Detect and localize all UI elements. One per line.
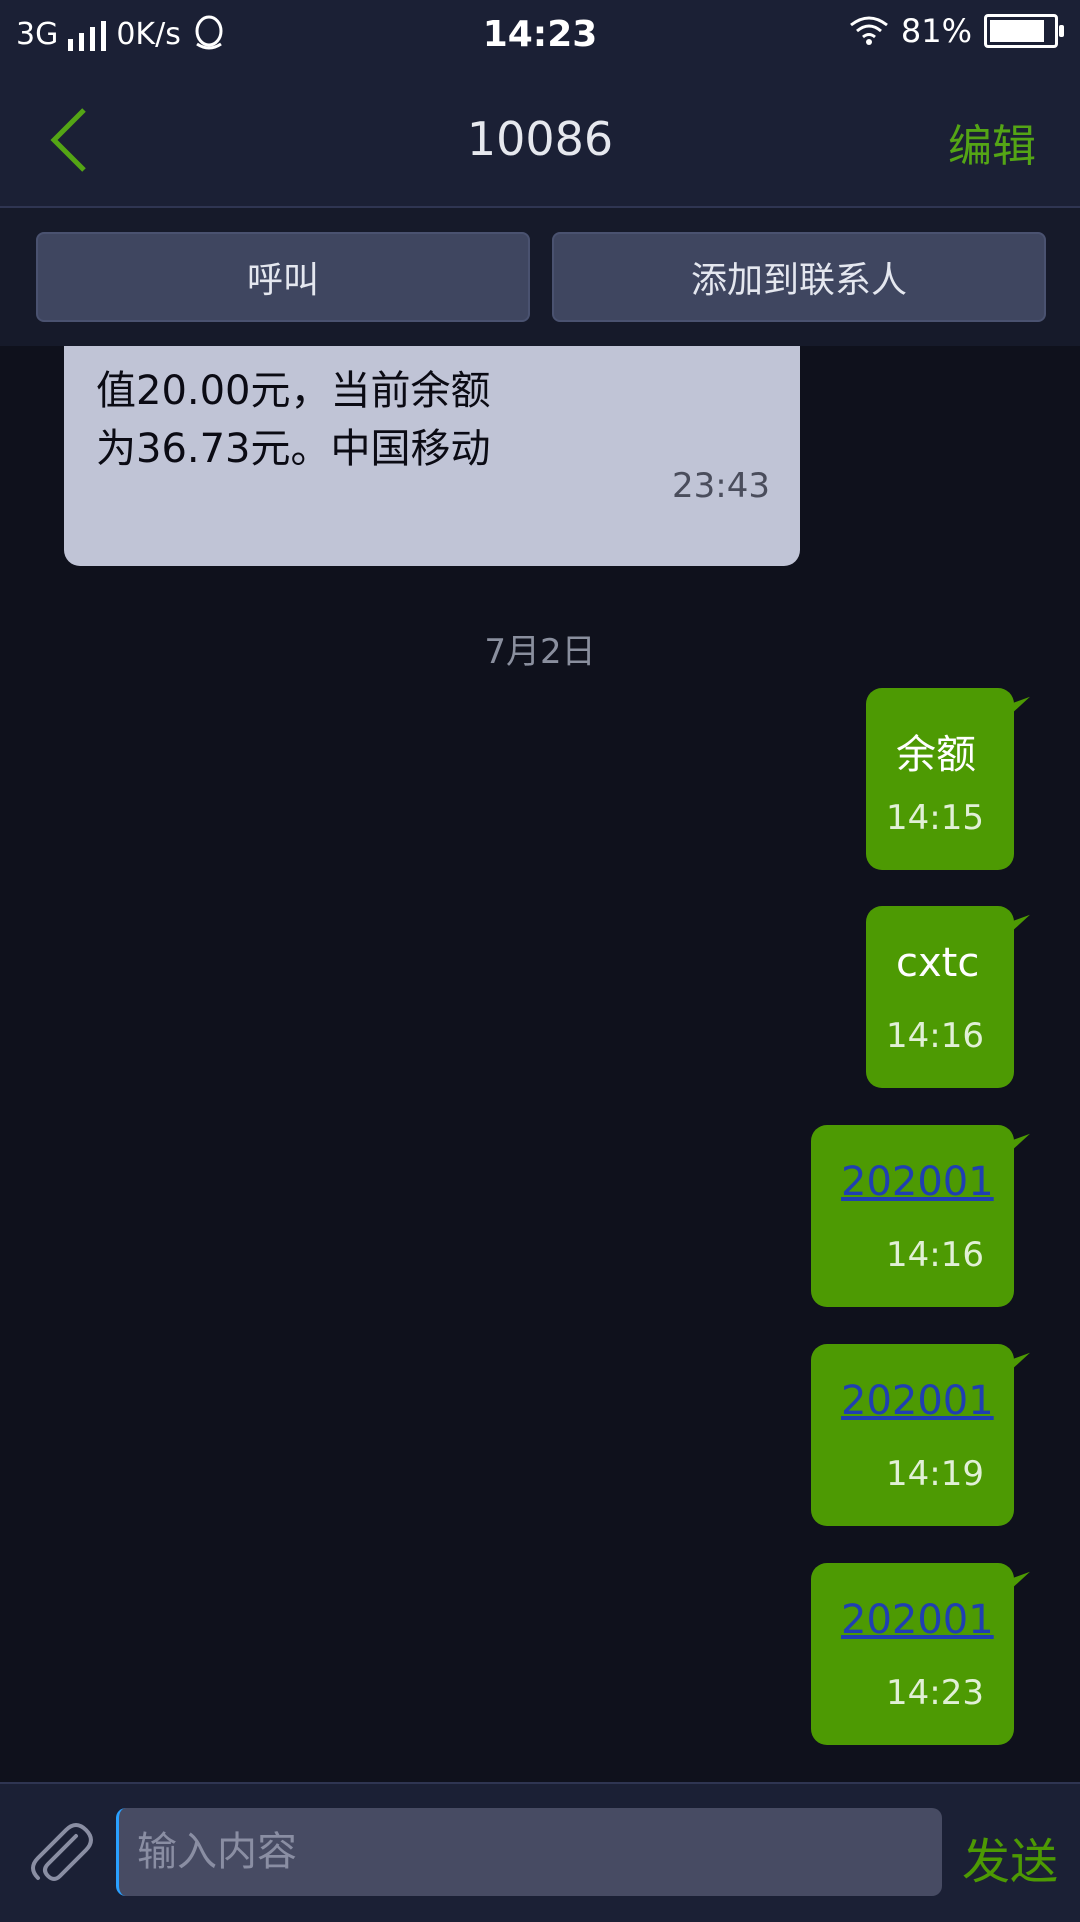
conversation-header: 10086 编辑 — [0, 72, 1080, 208]
message-time: 14:23 — [886, 1673, 984, 1713]
outgoing-message[interactable]: cxtc 14:16 — [866, 906, 1014, 1088]
incoming-line-2: 为36.73元。中国移动 — [96, 426, 491, 472]
date-separator: 7月2日 — [484, 632, 596, 672]
message-list[interactable]: 值20.00元，当前余额 为36.73元。中国移动 23:43 7月2日 余额 … — [0, 346, 1080, 1782]
message-link[interactable]: 202001 — [841, 1159, 994, 1205]
composer-bar: 发送 — [0, 1782, 1080, 1922]
incoming-line-1: 值20.00元，当前余额 — [96, 368, 491, 414]
call-button[interactable]: 呼叫 — [36, 232, 530, 322]
edit-button[interactable]: 编辑 — [948, 110, 1036, 174]
message-time: 14:16 — [886, 1235, 984, 1275]
wifi-icon — [849, 16, 888, 45]
incoming-message-text: 值20.00元，当前余额 为36.73元。中国移动 — [96, 362, 491, 478]
message-link[interactable]: 202001 — [841, 1597, 994, 1643]
action-bar: 呼叫 添加到联系人 — [0, 208, 1080, 346]
message-time: 14:19 — [886, 1454, 984, 1494]
status-right: 81% — [849, 12, 1064, 50]
outgoing-message[interactable]: 202001 14:19 — [811, 1344, 1014, 1526]
battery-percent: 81% — [900, 12, 972, 50]
status-bar: 3G 0K/s 14:23 81% — [0, 0, 1080, 72]
message-input[interactable] — [116, 1808, 942, 1896]
attachment-icon[interactable] — [20, 1814, 100, 1894]
contact-title: 10086 — [466, 112, 614, 166]
outgoing-message[interactable]: 余额 14:15 — [866, 688, 1014, 870]
message-text: 余额 — [896, 732, 976, 778]
outgoing-message[interactable]: 202001 14:23 — [811, 1563, 1014, 1745]
send-button[interactable]: 发送 — [962, 1822, 1058, 1892]
incoming-message-time: 23:43 — [672, 466, 770, 506]
outgoing-message[interactable]: 202001 14:16 — [811, 1125, 1014, 1307]
add-to-contacts-button[interactable]: 添加到联系人 — [552, 232, 1046, 322]
message-time: 14:15 — [886, 798, 984, 838]
message-time: 14:16 — [886, 1016, 984, 1056]
battery-icon — [984, 14, 1064, 48]
message-text: cxtc — [896, 940, 980, 986]
incoming-message[interactable]: 值20.00元，当前余额 为36.73元。中国移动 23:43 — [64, 346, 800, 566]
message-link[interactable]: 202001 — [841, 1378, 994, 1424]
